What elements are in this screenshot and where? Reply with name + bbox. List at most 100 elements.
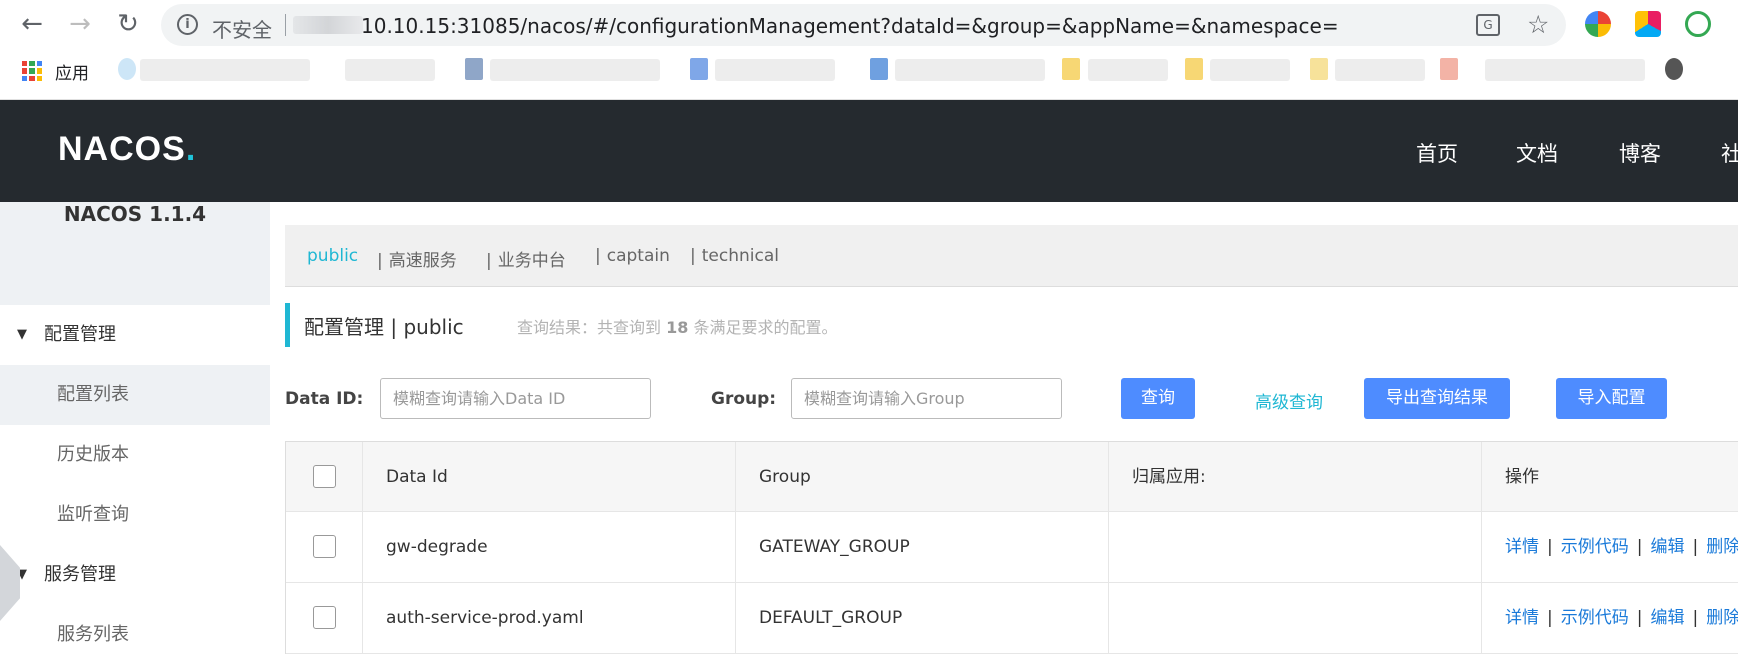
nav-blog[interactable]: 博客 [1619, 138, 1661, 168]
column-header-dataid: Data Id [363, 442, 736, 511]
nav-home[interactable]: 首页 [1416, 138, 1458, 168]
nacos-logo[interactable]: NACOS. [58, 130, 196, 169]
config-table: Data Id Group 归属应用: 操作 gw-degrade GATEWA… [285, 441, 1738, 654]
cell-app [1109, 512, 1482, 582]
redacted-bookmark[interactable] [1088, 59, 1168, 81]
site-info-icon[interactable]: i [177, 14, 198, 35]
bookmark-icon[interactable] [1665, 58, 1683, 80]
caret-down-icon: ▼ [17, 327, 27, 342]
browser-toolbar: ← → ↻ i 不安全 10.10.15:31085/nacos/#/confi… [0, 0, 1738, 100]
column-header-app: 归属应用: [1109, 442, 1482, 511]
namespace-item[interactable]: | captain [595, 246, 670, 266]
import-config-button[interactable]: 导入配置 [1556, 378, 1667, 419]
cell-dataid: gw-degrade [363, 512, 736, 582]
cell-group: GATEWAY_GROUP [736, 512, 1109, 582]
details-link[interactable]: 详情 [1505, 537, 1539, 557]
group-search-input[interactable] [791, 378, 1062, 419]
cell-dataid: auth-service-prod.yaml [363, 583, 736, 653]
nav-community[interactable]: 社 [1721, 138, 1738, 168]
redacted-bookmark[interactable] [1485, 59, 1645, 81]
reload-icon[interactable]: ↻ [112, 8, 144, 40]
page-title: 配置管理 | public 查询结果：共查询到 18 条满足要求的配置。 [285, 303, 985, 347]
sidebar-item-service-list[interactable]: 服务列表 [0, 605, 270, 665]
cell-group: DEFAULT_GROUP [736, 583, 1109, 653]
query-result-summary: 查询结果：共查询到 18 条满足要求的配置。 [517, 318, 838, 337]
nav-docs[interactable]: 文档 [1516, 138, 1558, 168]
row-checkbox[interactable] [313, 535, 336, 558]
extension-green-icon[interactable] [1685, 11, 1711, 37]
delete-link[interactable]: 删除 [1706, 608, 1738, 628]
namespace-item[interactable]: | technical [690, 246, 779, 266]
address-separator [285, 14, 286, 36]
sidebar-group-config[interactable]: ▼ 配置管理 [0, 305, 270, 365]
redacted-bookmark[interactable] [1210, 59, 1290, 81]
extension-pinwheel-icon[interactable] [1635, 11, 1661, 37]
folder-icon[interactable] [1185, 58, 1203, 80]
table-header-row: Data Id Group 归属应用: 操作 [286, 441, 1738, 512]
row-select-cell [286, 583, 363, 653]
bookmark-star-icon[interactable]: ☆ [1527, 10, 1549, 39]
dataid-search-input[interactable] [380, 378, 651, 419]
redacted-bookmark[interactable] [1335, 59, 1425, 81]
bookmark-icon[interactable] [1440, 58, 1458, 80]
url-text[interactable]: 10.10.15:31085/nacos/#/configurationMana… [361, 14, 1339, 38]
translate-icon[interactable]: G [1476, 14, 1500, 36]
page-title-text: 配置管理 | public [304, 315, 464, 339]
dataid-label: Data ID: [285, 389, 364, 409]
sidebar-item-listener-query[interactable]: 监听查询 [0, 485, 270, 545]
sidebar-item-config-list[interactable]: 配置列表 [0, 365, 270, 425]
bookmark-icon[interactable] [690, 58, 708, 80]
redacted-bookmark[interactable] [715, 59, 835, 81]
sidebar: NACOS 1.1.4 ▼ 配置管理 配置列表 历史版本 监听查询 ▼ 服务管理… [0, 202, 270, 665]
sidebar-group-label: 配置管理 [44, 324, 116, 345]
insecure-label: 不安全 [212, 18, 272, 42]
export-results-button[interactable]: 导出查询结果 [1364, 378, 1510, 419]
cell-app [1109, 583, 1482, 653]
bookmarks-bar: 应用 [0, 54, 1738, 96]
row-checkbox[interactable] [313, 606, 336, 629]
sidebar-group-service[interactable]: ▼ 服务管理 [0, 545, 270, 605]
cell-actions: 详情 | 示例代码 | 编辑 | 删除 [1482, 512, 1738, 582]
bookmark-icon[interactable] [870, 58, 888, 80]
app-header: NACOS. 首页 文档 博客 社 [0, 100, 1738, 202]
select-all-checkbox[interactable] [313, 465, 336, 488]
bookmark-globe-icon[interactable] [118, 58, 136, 80]
redacted-bookmark[interactable] [345, 59, 435, 81]
redacted-bookmark[interactable] [490, 59, 660, 81]
extension-circle-icon[interactable] [1585, 11, 1611, 37]
back-arrow-icon[interactable]: ← [16, 8, 48, 40]
forward-arrow-icon[interactable]: → [64, 8, 96, 40]
details-link[interactable]: 详情 [1505, 608, 1539, 628]
select-all-cell [286, 442, 363, 511]
sample-code-link[interactable]: 示例代码 [1561, 608, 1629, 628]
redacted-bookmark[interactable] [140, 59, 310, 81]
sample-code-link[interactable]: 示例代码 [1561, 537, 1629, 557]
cell-actions: 详情 | 示例代码 | 编辑 | 删除 [1482, 583, 1738, 653]
row-select-cell [286, 512, 363, 582]
redacted-host [293, 16, 363, 34]
apps-label[interactable]: 应用 [55, 59, 89, 84]
table-row: auth-service-prod.yaml DEFAULT_GROUP 详情 |… [286, 583, 1738, 654]
advanced-query-link[interactable]: 高级查询 [1255, 388, 1323, 413]
main-content: public | 高速服务 | 业务中台 | captain | technical 配… [285, 225, 1738, 665]
column-header-actions: 操作 [1505, 467, 1539, 487]
edit-link[interactable]: 编辑 [1650, 608, 1684, 628]
folder-icon[interactable] [1310, 58, 1328, 80]
column-header-group: Group [736, 442, 1109, 511]
query-button[interactable]: 查询 [1121, 378, 1195, 419]
namespace-public[interactable]: public [307, 246, 358, 266]
delete-link[interactable]: 删除 [1706, 537, 1738, 557]
sidebar-item-history[interactable]: 历史版本 [0, 425, 270, 485]
edit-link[interactable]: 编辑 [1650, 537, 1684, 557]
address-bar[interactable]: i 不安全 10.10.15:31085/nacos/#/configurati… [161, 4, 1566, 46]
folder-icon[interactable] [1062, 58, 1080, 80]
table-row: gw-degrade GATEWAY_GROUP 详情 | 示例代码 | 编辑 | 删除 [286, 512, 1738, 583]
apps-grid-icon[interactable] [22, 61, 42, 81]
sidebar-group-label: 服务管理 [44, 564, 116, 585]
namespace-item[interactable]: | 业务中台 [486, 246, 566, 271]
namespace-bar: public | 高速服务 | 业务中台 | captain | technical [285, 225, 1738, 287]
bookmark-icon[interactable] [465, 58, 483, 80]
group-label: Group: [711, 389, 777, 409]
namespace-item[interactable]: | 高速服务 [377, 246, 457, 271]
redacted-bookmark[interactable] [895, 59, 1045, 81]
